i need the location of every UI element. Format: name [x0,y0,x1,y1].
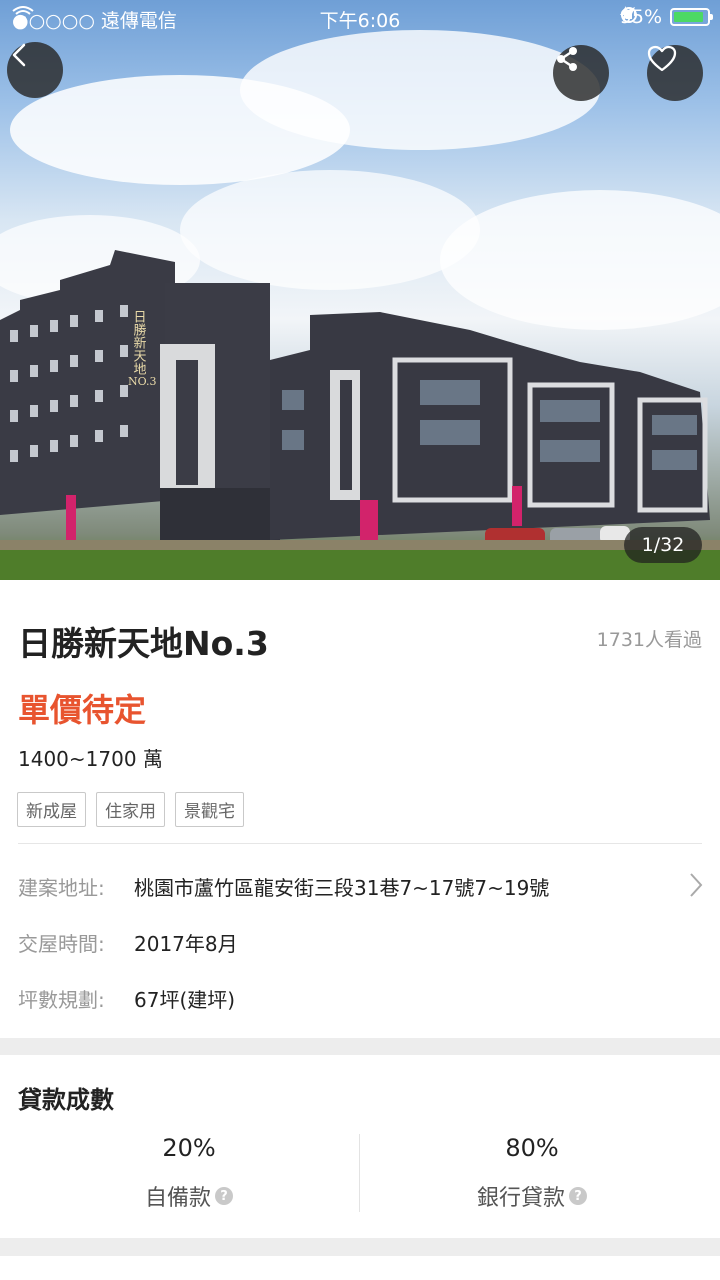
next-section-card [0,1256,720,1280]
unit-price: 單價待定 [18,691,147,729]
down-payment-percent: 20% [162,1134,216,1162]
project-title: 日勝新天地No.3 [18,624,269,663]
view-count: 1731人看過 [596,629,702,651]
building-sign: 日勝新天地 [131,310,147,375]
battery-icon [670,8,713,26]
hero-photo[interactable]: 日勝新天地 NO.3 ●○○○○ 遠傳電信 下午6:06 95% 1/32 [0,0,720,580]
favorite-button[interactable] [647,45,703,101]
photo-counter: 1/32 [624,527,702,563]
address-label: 建案地址: [18,876,105,900]
bank-loan-label: 銀行貸款 [476,1186,565,1211]
chevron-left-icon [12,43,26,67]
charging-icon [619,6,630,22]
status-bar: ●○○○○ 遠傳電信 下午6:06 95% [0,0,720,36]
svg-text:NO.3: NO.3 [128,375,157,388]
share-icon [557,47,577,71]
loan-title: 貸款成數 [18,1086,114,1114]
question-icon[interactable]: ? [569,1187,587,1205]
delivery-date-value: 2017年8月 [134,932,238,956]
bank-loan-column: 80% 銀行貸款 ? [352,1134,712,1212]
tag: 景觀宅 [175,792,244,827]
question-icon[interactable]: ? [215,1187,233,1205]
share-button[interactable] [553,45,609,101]
divider [18,843,702,844]
tag: 住家用 [96,792,165,827]
delivery-date-row: 交屋時間: 2017年8月 [18,928,238,957]
address-value: 桃園市蘆竹區龍安街三段31巷7~17號7~19號 [134,876,550,900]
delivery-date-label: 交屋時間: [18,932,105,956]
chevron-right-icon[interactable] [688,872,704,898]
back-button[interactable] [7,42,63,98]
down-payment-label: 自備款 [144,1186,211,1211]
bank-loan-percent: 80% [505,1134,559,1162]
tag-list: 新成屋 住家用 景觀宅 [17,792,244,827]
clock: 下午6:06 [319,10,401,32]
area-row: 坪數規劃: 67坪(建坪) [18,984,235,1013]
tag: 新成屋 [17,792,86,827]
heart-icon [647,45,677,72]
address-row[interactable]: 建案地址: 桃園市蘆竹區龍安街三段31巷7~17號7~19號 [18,872,549,901]
total-price: 1400~1700 萬 [18,747,163,771]
area-label: 坪數規劃: [18,988,105,1012]
area-value: 67坪(建坪) [134,988,236,1012]
building-illustration: 日勝新天地 NO.3 [0,30,720,580]
down-payment-column: 20% 自備款 ? [9,1134,369,1212]
